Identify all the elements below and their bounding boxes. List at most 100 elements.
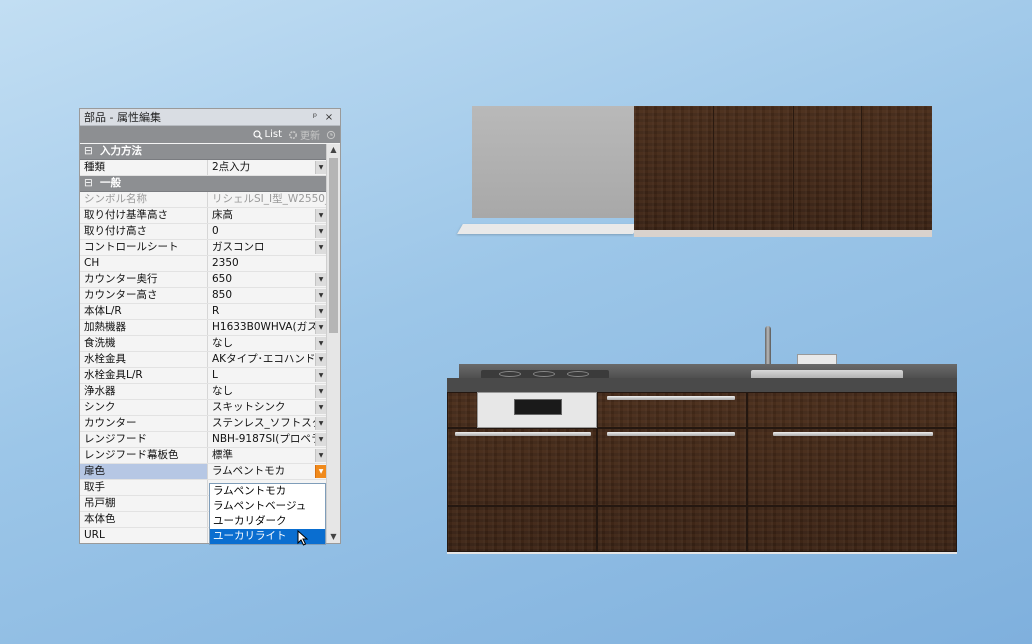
- panel-title: 部品 - 属性編集: [84, 111, 161, 124]
- property-value[interactable]: AKタイプ･エコハンドル ▼: [208, 352, 327, 367]
- chevron-down-icon[interactable]: ▼: [315, 225, 326, 238]
- property-value[interactable]: 0 ▼: [208, 224, 327, 239]
- chevron-down-icon[interactable]: ▼: [315, 401, 326, 414]
- property-value[interactable]: L ▼: [208, 368, 327, 383]
- property-name: 浄水器: [80, 384, 208, 399]
- chevron-down-icon[interactable]: ▼: [315, 433, 326, 446]
- property-name: 取り付け高さ: [80, 224, 208, 239]
- chevron-down-icon[interactable]: ▼: [315, 241, 326, 254]
- property-row[interactable]: 扉色 ラムペントモカ ▼: [80, 464, 327, 480]
- update-button[interactable]: 更新: [288, 127, 320, 142]
- property-name: 吊戸棚: [80, 496, 208, 511]
- scroll-down-icon[interactable]: ▼: [327, 531, 340, 543]
- property-value-text: リシェルSI_I型_W2550_ﾌ…: [212, 193, 327, 205]
- history-button[interactable]: [326, 130, 336, 140]
- property-name: 本体色: [80, 512, 208, 527]
- property-row[interactable]: シンボル名称リシェルSI_I型_W2550_ﾌ…: [80, 192, 327, 208]
- collapse-icon[interactable]: ⊟: [84, 176, 94, 191]
- chevron-down-icon[interactable]: ▼: [315, 289, 326, 302]
- property-row[interactable]: 取り付け基準高さ 床高 ▼: [80, 208, 327, 224]
- property-value-text: NBH-9187SI(プロペラファン): [212, 433, 327, 445]
- property-row[interactable]: CH 2350: [80, 256, 327, 272]
- property-row[interactable]: 水栓金具L/R L ▼: [80, 368, 327, 384]
- chevron-down-icon[interactable]: ▼: [315, 417, 326, 430]
- property-value[interactable]: 650 ▼: [208, 272, 327, 287]
- property-row[interactable]: 加熱機器 H1633B0WHVA(ガス) ▼: [80, 320, 327, 336]
- property-value[interactable]: ラムペントモカ ▼: [208, 464, 327, 479]
- chevron-down-icon[interactable]: ▼: [315, 449, 326, 462]
- property-value[interactable]: 2350: [208, 256, 327, 271]
- category-general[interactable]: ⊟ 一般: [80, 176, 327, 192]
- property-row[interactable]: 種類 2点入力 ▼: [80, 160, 327, 176]
- burner: [567, 371, 589, 377]
- chevron-down-icon[interactable]: ▼: [315, 385, 326, 398]
- property-row[interactable]: 浄水器 なし ▼: [80, 384, 327, 400]
- burner: [533, 371, 555, 377]
- vertical-scrollbar[interactable]: ▲ ▼: [326, 144, 340, 543]
- cabinet-drawer: [597, 428, 747, 506]
- property-value-text: R: [212, 305, 220, 317]
- wall-cabinet: [634, 106, 932, 230]
- property-value[interactable]: 2点入力 ▼: [208, 160, 327, 175]
- property-value[interactable]: H1633B0WHVA(ガス) ▼: [208, 320, 327, 335]
- property-row[interactable]: レンジフード幕板色 標準 ▼: [80, 448, 327, 464]
- scroll-thumb[interactable]: [329, 158, 338, 333]
- grill-window: [514, 399, 562, 415]
- property-value[interactable]: ガスコンロ ▼: [208, 240, 327, 255]
- property-value[interactable]: なし ▼: [208, 336, 327, 351]
- property-row[interactable]: レンジフードNBH-9187SI(プロペラファン)▼: [80, 432, 327, 448]
- pin-icon[interactable]: ᵖ: [308, 112, 322, 123]
- property-value[interactable]: なし ▼: [208, 384, 327, 399]
- property-row[interactable]: 本体L/R R ▼: [80, 304, 327, 320]
- category-input-method[interactable]: ⊟ 入力方法: [80, 144, 327, 160]
- dropdown-option[interactable]: ラムペントモカ: [210, 484, 325, 499]
- chevron-down-icon[interactable]: ▼: [315, 353, 326, 366]
- property-row[interactable]: 食洗機 なし ▼: [80, 336, 327, 352]
- property-value-text: AKタイプ･エコハンドル: [212, 353, 326, 365]
- property-value[interactable]: リシェルSI_I型_W2550_ﾌ…: [208, 192, 327, 207]
- property-name: レンジフード: [80, 432, 208, 447]
- scroll-up-icon[interactable]: ▲: [327, 144, 340, 156]
- cabinet-drawer: [447, 506, 597, 552]
- property-row[interactable]: 取り付け高さ 0 ▼: [80, 224, 327, 240]
- property-value-text: ステンレス_ソフトスクラッチ: [212, 417, 327, 429]
- property-row[interactable]: 水栓金具 AKタイプ･エコハンドル ▼: [80, 352, 327, 368]
- property-value[interactable]: 850 ▼: [208, 288, 327, 303]
- chevron-down-icon[interactable]: ▼: [315, 305, 326, 318]
- search-icon: [252, 129, 262, 139]
- property-name: シンク: [80, 400, 208, 415]
- list-button[interactable]: List: [252, 129, 282, 140]
- property-value[interactable]: 標準 ▼: [208, 448, 327, 463]
- chevron-down-icon[interactable]: ▼: [315, 337, 326, 350]
- property-row[interactable]: カウンター奥行 650 ▼: [80, 272, 327, 288]
- chevron-down-icon[interactable]: ▼: [315, 273, 326, 286]
- collapse-icon[interactable]: ⊟: [84, 144, 94, 159]
- property-row[interactable]: カウンター高さ 850 ▼: [80, 288, 327, 304]
- chevron-down-icon[interactable]: ▼: [315, 465, 326, 478]
- property-value[interactable]: スキットシンク ▼: [208, 400, 327, 415]
- property-name: レンジフード幕板色: [80, 448, 208, 463]
- grill-control-panel: [477, 392, 597, 428]
- property-value-text: 0: [212, 225, 219, 237]
- property-value[interactable]: NBH-9187SI(プロペラファン)▼: [208, 432, 327, 447]
- close-icon[interactable]: ×: [322, 112, 336, 123]
- property-value[interactable]: ステンレス_ソフトスクラッチ▼: [208, 416, 327, 431]
- chevron-down-icon[interactable]: ▼: [315, 209, 326, 222]
- property-value-text: H1633B0WHVA(ガス): [212, 321, 322, 333]
- property-name: 水栓金具: [80, 352, 208, 367]
- property-row[interactable]: コントロールシート ガスコンロ ▼: [80, 240, 327, 256]
- plinth: [447, 552, 957, 554]
- property-name: 食洗機: [80, 336, 208, 351]
- wall-cabinet-door: [634, 106, 714, 230]
- property-value[interactable]: R ▼: [208, 304, 327, 319]
- dropdown-option[interactable]: ユーカリダーク: [210, 514, 325, 529]
- property-row[interactable]: シンク スキットシンク ▼: [80, 400, 327, 416]
- chevron-down-icon[interactable]: ▼: [315, 161, 326, 174]
- wall-cabinet-bottom: [634, 230, 932, 237]
- chevron-down-icon[interactable]: ▼: [315, 321, 326, 334]
- chevron-down-icon[interactable]: ▼: [315, 369, 326, 382]
- property-row[interactable]: カウンターステンレス_ソフトスクラッチ▼: [80, 416, 327, 432]
- property-value[interactable]: 床高 ▼: [208, 208, 327, 223]
- dropdown-option[interactable]: ラムペントベージュ: [210, 499, 325, 514]
- property-name: 加熱機器: [80, 320, 208, 335]
